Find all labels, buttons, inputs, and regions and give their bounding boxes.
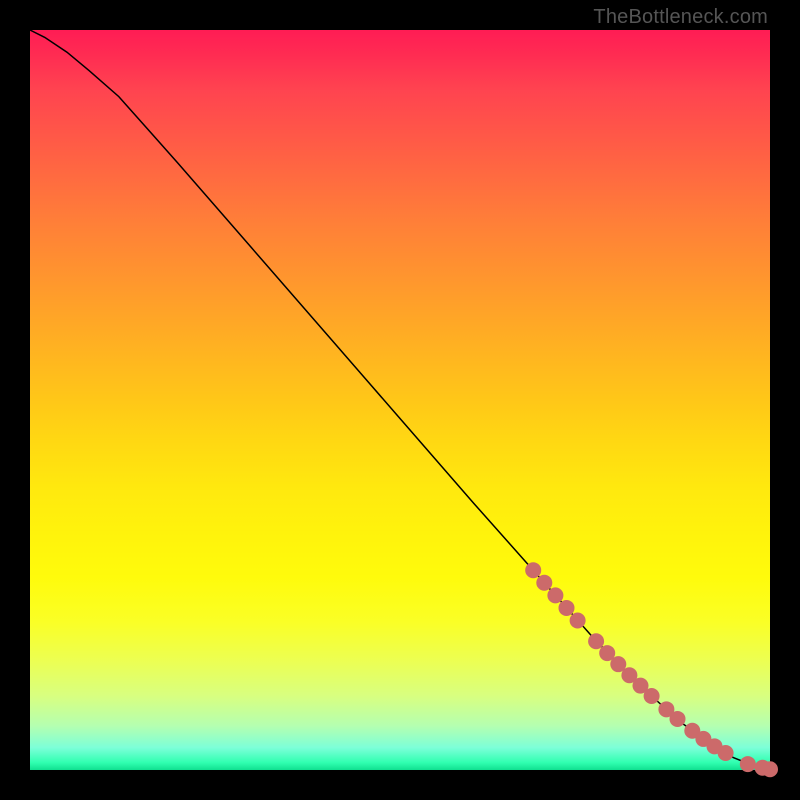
data-marker bbox=[525, 562, 541, 578]
data-marker bbox=[570, 613, 586, 629]
data-marker bbox=[644, 688, 660, 704]
data-marker bbox=[536, 575, 552, 591]
data-marker bbox=[547, 587, 563, 603]
chart-canvas: TheBottleneck.com bbox=[0, 0, 800, 800]
data-marker bbox=[670, 711, 686, 727]
data-marker bbox=[559, 600, 575, 616]
data-marker bbox=[762, 761, 778, 777]
data-marker bbox=[588, 633, 604, 649]
chart-svg bbox=[0, 0, 800, 800]
data-marker bbox=[740, 756, 756, 772]
main-curve bbox=[30, 30, 770, 769]
data-marker bbox=[718, 745, 734, 761]
